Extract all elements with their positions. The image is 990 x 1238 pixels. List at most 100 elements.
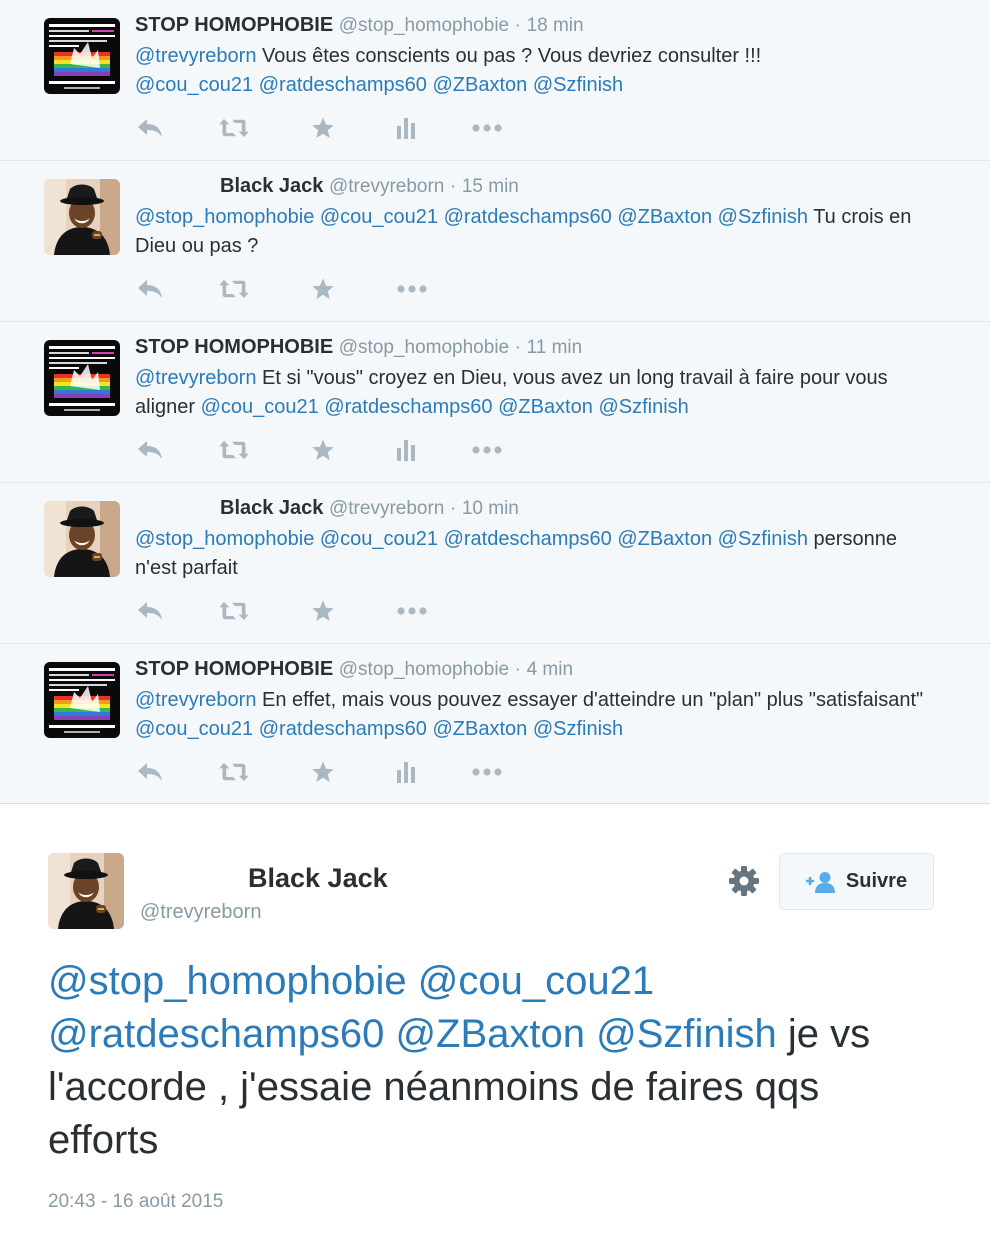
favorite-button[interactable] xyxy=(310,759,336,785)
mention-link[interactable]: @stop_homophobie @cou_cou21 @ratdeschamp… xyxy=(135,206,808,228)
tweet-actions xyxy=(135,598,535,624)
reply-icon xyxy=(136,599,164,623)
thread-tweet[interactable]: Black Jack @trevyreborn · 10 min @stop_h… xyxy=(0,483,990,644)
stop-homophobie-logo-icon xyxy=(44,340,120,416)
mention-link[interactable]: @trevyreborn xyxy=(135,689,256,711)
tweet-time[interactable]: 11 min xyxy=(527,337,583,358)
retweet-button[interactable] xyxy=(217,437,251,463)
retweet-icon xyxy=(218,117,250,139)
mention-link[interactable]: @Szfinish xyxy=(533,74,623,96)
mention-link[interactable]: @Szfinish xyxy=(533,718,623,740)
mention-link[interactable]: @trevyreborn xyxy=(135,367,256,389)
tweet-timestamp[interactable]: 20:43 - 16 août 2015 xyxy=(48,1191,223,1213)
separator: · xyxy=(449,176,457,197)
retweet-button[interactable] xyxy=(217,276,251,302)
reply-button[interactable] xyxy=(135,598,165,624)
author-fullname[interactable]: Black Jack xyxy=(220,497,323,519)
tweet-time[interactable]: 4 min xyxy=(527,659,573,680)
more-icon xyxy=(471,767,503,777)
retweet-button[interactable] xyxy=(217,598,251,624)
more-button[interactable] xyxy=(470,115,504,141)
more-button[interactable] xyxy=(395,598,429,624)
author-handle[interactable]: @stop_homophobie xyxy=(339,659,509,680)
avatar[interactable] xyxy=(44,18,120,94)
separator: · xyxy=(514,337,521,358)
tweet-text: @trevyreborn En effet, mais vous pouvez … xyxy=(135,686,925,744)
mention-link[interactable]: @ratdeschamps60 xyxy=(259,718,427,740)
avatar[interactable] xyxy=(48,853,124,929)
author-fullname[interactable]: STOP HOMOPHOBIE xyxy=(135,14,333,36)
analytics-button[interactable] xyxy=(395,759,417,785)
follow-button[interactable]: Suivre xyxy=(779,853,934,910)
mention-link[interactable]: @ratdeschamps60 xyxy=(259,74,427,96)
tweet-time[interactable]: 15 min xyxy=(462,176,519,197)
author-fullname[interactable]: STOP HOMOPHOBIE xyxy=(135,336,333,358)
reply-icon xyxy=(136,116,164,140)
thread-tweet[interactable]: Black Jack @trevyreborn · 15 min @stop_h… xyxy=(0,161,990,322)
mention-link[interactable]: @cou_cou21 xyxy=(201,396,319,418)
tweet-header: STOP HOMOPHOBIE @stop_homophobie · 18 mi… xyxy=(135,14,584,40)
author-fullname[interactable]: Black Jack xyxy=(220,175,323,197)
retweet-icon xyxy=(218,761,250,783)
favorite-icon xyxy=(311,760,335,784)
follow-person-icon xyxy=(805,871,835,893)
tweet-time[interactable]: 18 min xyxy=(527,15,584,36)
reply-button[interactable] xyxy=(135,437,165,463)
thread-tweet[interactable]: STOP HOMOPHOBIE @stop_homophobie · 4 min… xyxy=(0,644,990,804)
more-button[interactable] xyxy=(470,759,504,785)
favorite-button[interactable] xyxy=(310,598,336,624)
more-button[interactable] xyxy=(395,276,429,302)
author-handle[interactable]: @stop_homophobie xyxy=(339,15,509,36)
author-fullname[interactable]: Black Jack xyxy=(248,863,388,894)
reply-icon xyxy=(136,760,164,784)
reply-icon xyxy=(136,277,164,301)
mention-link[interactable]: @cou_cou21 xyxy=(135,718,253,740)
black-jack-portrait-icon xyxy=(48,853,124,929)
avatar[interactable] xyxy=(44,662,120,738)
author-handle[interactable]: @trevyreborn xyxy=(329,498,444,519)
author-fullname[interactable]: STOP HOMOPHOBIE xyxy=(135,658,333,680)
tweet-actions xyxy=(135,759,535,785)
analytics-button[interactable] xyxy=(395,437,417,463)
thread-tweet[interactable]: STOP HOMOPHOBIE @stop_homophobie · 11 mi… xyxy=(0,322,990,483)
author-handle[interactable]: @trevyreborn xyxy=(140,901,261,924)
retweet-button[interactable] xyxy=(217,115,251,141)
mention-link[interactable]: @ZBaxton xyxy=(432,718,527,740)
tweet-header: Black Jack @trevyreborn · 10 min xyxy=(220,497,519,523)
favorite-button[interactable] xyxy=(310,437,336,463)
tweet-body: Vous êtes conscients ou pas ? Vous devri… xyxy=(256,45,762,67)
reply-button[interactable] xyxy=(135,759,165,785)
tweet-header: STOP HOMOPHOBIE @stop_homophobie · 4 min xyxy=(135,658,573,684)
mention-link[interactable]: @stop_homophobie @cou_cou21 @ratdeschamp… xyxy=(48,959,777,1056)
author-handle[interactable]: @stop_homophobie xyxy=(339,337,509,358)
mention-link[interactable]: @cou_cou21 xyxy=(135,74,253,96)
reply-button[interactable] xyxy=(135,115,165,141)
tweet-text: @stop_homophobie @cou_cou21 @ratdeschamp… xyxy=(135,203,925,261)
tweet-header: Black Jack @trevyreborn · 15 min xyxy=(220,175,519,201)
tweet-header: STOP HOMOPHOBIE @stop_homophobie · 11 mi… xyxy=(135,336,582,362)
reply-button[interactable] xyxy=(135,276,165,302)
gear-icon[interactable] xyxy=(728,865,760,897)
tweet-text: @stop_homophobie @cou_cou21 @ratdeschamp… xyxy=(135,525,925,583)
thread-tweet[interactable]: STOP HOMOPHOBIE @stop_homophobie · 18 mi… xyxy=(0,0,990,161)
avatar[interactable] xyxy=(44,179,120,255)
follow-label: Suivre xyxy=(845,870,908,892)
more-button[interactable] xyxy=(470,437,504,463)
avatar[interactable] xyxy=(44,340,120,416)
analytics-button[interactable] xyxy=(395,115,417,141)
favorite-button[interactable] xyxy=(310,276,336,302)
mention-link[interactable]: @Szfinish xyxy=(598,396,688,418)
avatar[interactable] xyxy=(44,501,120,577)
retweet-button[interactable] xyxy=(217,759,251,785)
mention-link[interactable]: @ZBaxton xyxy=(432,74,527,96)
tweet-body: En effet, mais vous pouvez essayer d'att… xyxy=(256,689,924,711)
favorite-button[interactable] xyxy=(310,115,336,141)
author-handle[interactable]: @trevyreborn xyxy=(329,176,444,197)
tweet-time[interactable]: 10 min xyxy=(462,498,519,519)
mention-link[interactable]: @stop_homophobie @cou_cou21 @ratdeschamp… xyxy=(135,528,808,550)
mention-link[interactable]: @ratdeschamps60 xyxy=(324,396,492,418)
mention-link[interactable]: @trevyreborn xyxy=(135,45,256,67)
separator: · xyxy=(514,15,521,36)
mention-link[interactable]: @ZBaxton xyxy=(498,396,593,418)
more-icon xyxy=(471,445,503,455)
